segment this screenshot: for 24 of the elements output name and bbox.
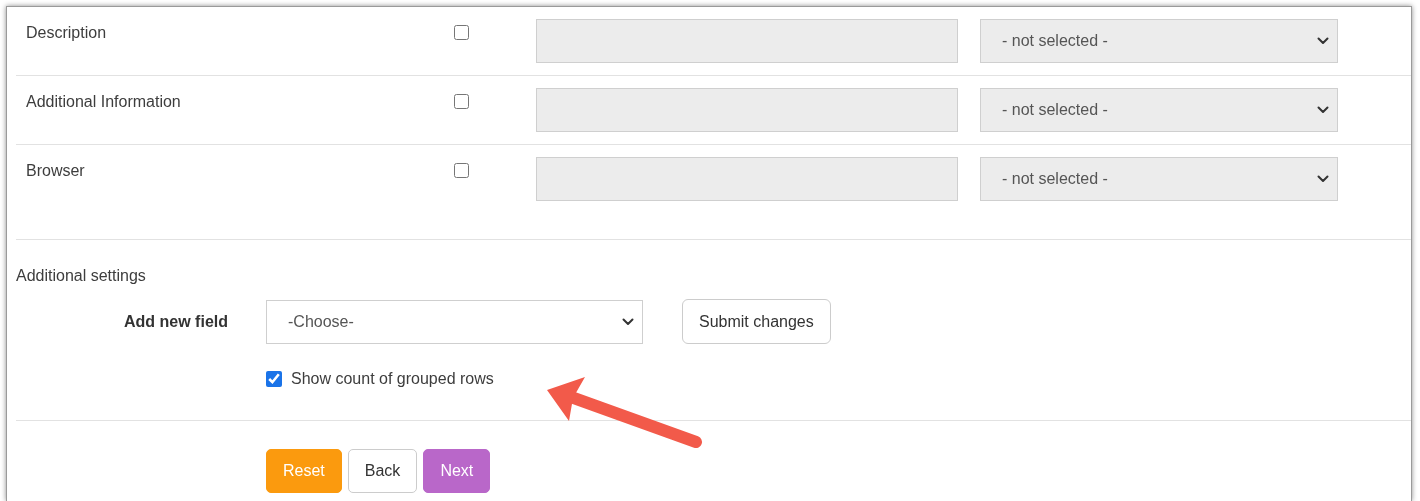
select-field[interactable]: - not selected - bbox=[980, 19, 1338, 63]
field-label: Additional Information bbox=[26, 93, 182, 111]
checkbox[interactable] bbox=[454, 25, 469, 40]
chevron-down-icon bbox=[1317, 106, 1329, 114]
back-button[interactable]: Back bbox=[347, 449, 418, 493]
text-field[interactable] bbox=[536, 19, 958, 63]
checkbox[interactable] bbox=[454, 94, 469, 109]
text-field[interactable] bbox=[536, 157, 958, 201]
chevron-down-icon bbox=[1317, 175, 1329, 183]
field-label: Description bbox=[26, 24, 108, 42]
chevron-down-icon bbox=[622, 317, 634, 326]
select-field[interactable]: - not selected - bbox=[980, 88, 1338, 132]
select-field[interactable]: - not selected - bbox=[980, 157, 1338, 201]
checkbox[interactable] bbox=[266, 371, 282, 387]
field-label: Browser bbox=[26, 162, 86, 180]
chevron-down-icon bbox=[1317, 37, 1329, 45]
submit-button[interactable]: Submit changes bbox=[682, 299, 831, 344]
select-field[interactable]: -Choose- bbox=[266, 299, 643, 344]
checkbox[interactable] bbox=[454, 163, 469, 178]
checkbox-label: Show count of grouped rows bbox=[291, 370, 494, 388]
text-field[interactable] bbox=[536, 88, 958, 132]
next-button[interactable]: Next bbox=[423, 449, 491, 493]
field-label: Add new field bbox=[123, 312, 228, 331]
section-heading: Additional settings bbox=[16, 267, 146, 285]
